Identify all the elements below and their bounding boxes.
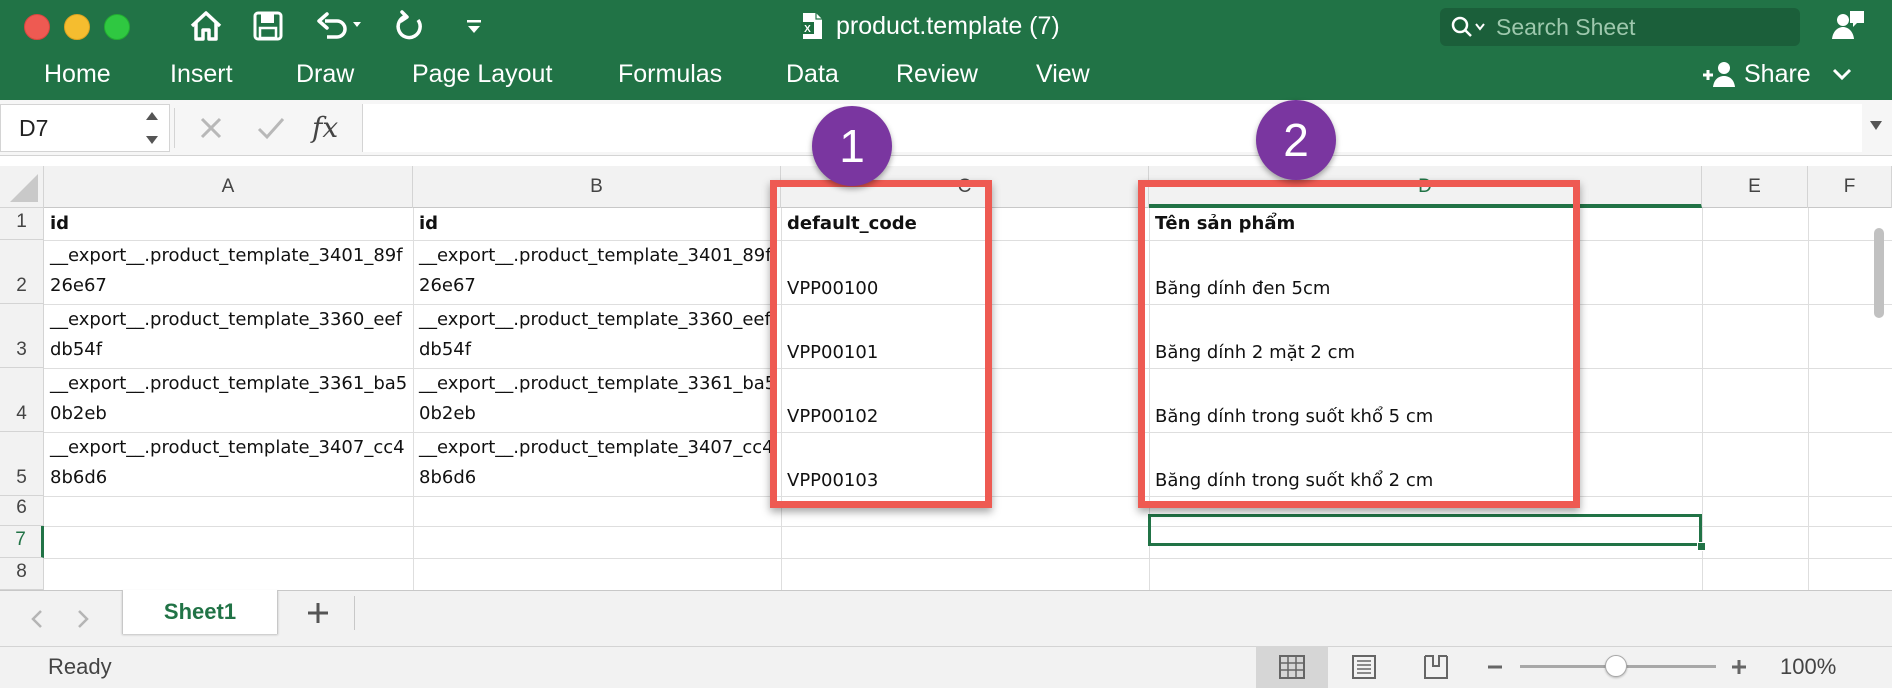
scrollbar-thumb[interactable] bbox=[1874, 228, 1884, 318]
row-header-2[interactable]: 2 bbox=[0, 240, 44, 304]
sheet-tab-bar bbox=[0, 590, 1892, 646]
search-icon bbox=[1451, 16, 1485, 37]
zoom-out-button[interactable] bbox=[1486, 646, 1504, 688]
tab-draw[interactable]: Draw bbox=[296, 52, 354, 96]
cell-b5[interactable]: __export__.product_template_3407_cc48b6d… bbox=[413, 433, 781, 496]
gridline bbox=[1808, 208, 1809, 590]
cell-a5[interactable]: __export__.product_template_3407_cc48b6d… bbox=[44, 433, 413, 496]
search-placeholder: Search Sheet bbox=[1496, 13, 1636, 40]
tab-home[interactable]: Home bbox=[44, 52, 111, 96]
plus-icon bbox=[308, 603, 328, 623]
vertical-scrollbar[interactable] bbox=[1872, 208, 1886, 590]
row-header-3[interactable]: 3 bbox=[0, 304, 44, 368]
page-break-view-icon[interactable] bbox=[1400, 646, 1472, 688]
close-window-button[interactable] bbox=[24, 14, 50, 40]
svg-text:X: X bbox=[804, 24, 811, 35]
row-header-1[interactable]: 1 bbox=[0, 208, 44, 240]
highlight-box-default-code bbox=[770, 180, 992, 508]
row-header-7[interactable]: 7 bbox=[0, 526, 44, 558]
gridline bbox=[1702, 208, 1703, 590]
tab-insert[interactable]: Insert bbox=[170, 52, 233, 96]
sheet-tab-sheet1[interactable]: Sheet1 bbox=[122, 590, 278, 634]
share-label: Share bbox=[1744, 59, 1811, 88]
formula-bar-divider bbox=[174, 108, 175, 148]
sheet-bar-divider bbox=[354, 596, 355, 630]
home-icon[interactable] bbox=[186, 8, 226, 44]
worksheet-grid[interactable]: A B C D E F 1 2 3 4 5 6 7 8 id id defaul… bbox=[0, 156, 1892, 590]
gridline bbox=[44, 558, 1892, 559]
expand-formula-icon[interactable] bbox=[1868, 118, 1884, 132]
minimize-window-button[interactable] bbox=[64, 14, 90, 40]
tab-data[interactable]: Data bbox=[786, 52, 839, 96]
cell-b2[interactable]: __export__.product_template_3401_89f26e6… bbox=[413, 241, 781, 304]
zoom-in-button[interactable] bbox=[1730, 646, 1748, 688]
tab-review[interactable]: Review bbox=[896, 52, 978, 96]
chevron-down-icon[interactable] bbox=[1829, 64, 1855, 84]
add-sheet-button[interactable] bbox=[300, 596, 336, 630]
cell-a3[interactable]: __export__.product_template_3360_eefdb54… bbox=[44, 305, 413, 368]
tab-page-layout[interactable]: Page Layout bbox=[412, 52, 552, 96]
cell-b1[interactable]: id bbox=[413, 209, 781, 240]
row-header-5[interactable]: 5 bbox=[0, 432, 44, 496]
add-person-icon bbox=[1703, 62, 1735, 87]
zoom-slider-thumb[interactable] bbox=[1605, 655, 1627, 677]
select-all-corner[interactable] bbox=[0, 166, 44, 208]
annotation-badge-1: 1 bbox=[812, 106, 892, 186]
next-sheet-icon[interactable] bbox=[74, 604, 92, 634]
name-box-stepper[interactable] bbox=[142, 106, 162, 150]
cell-a2[interactable]: __export__.product_template_3401_89f26e6… bbox=[44, 241, 413, 304]
column-header-a[interactable]: A bbox=[44, 166, 413, 208]
column-header-e[interactable]: E bbox=[1702, 166, 1808, 208]
cell-a1[interactable]: id bbox=[44, 209, 413, 240]
row-header-4[interactable]: 4 bbox=[0, 368, 44, 432]
column-header-b[interactable]: B bbox=[413, 166, 781, 208]
zoom-window-button[interactable] bbox=[104, 14, 130, 40]
normal-view-icon[interactable] bbox=[1256, 646, 1328, 688]
previous-sheet-icon[interactable] bbox=[28, 604, 46, 634]
cell-b4[interactable]: __export__.product_template_3361_ba50b2e… bbox=[413, 369, 781, 432]
annotation-badge-2: 2 bbox=[1256, 100, 1336, 180]
tab-view[interactable]: View bbox=[1036, 52, 1090, 96]
undo-icon[interactable] bbox=[312, 8, 368, 44]
fill-handle[interactable] bbox=[1697, 542, 1706, 551]
window-title: X product.template (7) bbox=[800, 8, 1060, 44]
redo-icon[interactable] bbox=[392, 8, 428, 44]
save-icon[interactable] bbox=[250, 8, 286, 44]
tab-formulas[interactable]: Formulas bbox=[618, 52, 722, 96]
status-text: Ready bbox=[48, 654, 112, 679]
row-header-6[interactable]: 6 bbox=[0, 496, 44, 526]
cell-b3[interactable]: __export__.product_template_3360_eefdb54… bbox=[413, 305, 781, 368]
document-title: product.template (7) bbox=[836, 11, 1060, 40]
feedback-icon[interactable] bbox=[1828, 8, 1868, 44]
customize-toolbar-icon[interactable] bbox=[462, 8, 486, 44]
formula-input[interactable] bbox=[362, 104, 1862, 152]
insert-function-button[interactable]: fx bbox=[312, 104, 338, 152]
excel-file-icon: X bbox=[801, 13, 822, 39]
cell-a4[interactable]: __export__.product_template_3361_ba50b2e… bbox=[44, 369, 413, 432]
share-button[interactable]: Share bbox=[1700, 52, 1855, 96]
zoom-level[interactable]: 100% bbox=[1780, 646, 1836, 688]
enter-icon[interactable] bbox=[254, 108, 288, 148]
search-sheet-field[interactable]: Search Sheet bbox=[1440, 8, 1800, 46]
selected-cell-d7[interactable] bbox=[1148, 514, 1702, 546]
page-layout-view-icon[interactable] bbox=[1328, 646, 1400, 688]
column-header-f[interactable]: F bbox=[1808, 166, 1892, 208]
highlight-box-product-name bbox=[1138, 180, 1580, 508]
cancel-icon[interactable] bbox=[196, 108, 226, 148]
row-header-8[interactable]: 8 bbox=[0, 558, 44, 590]
